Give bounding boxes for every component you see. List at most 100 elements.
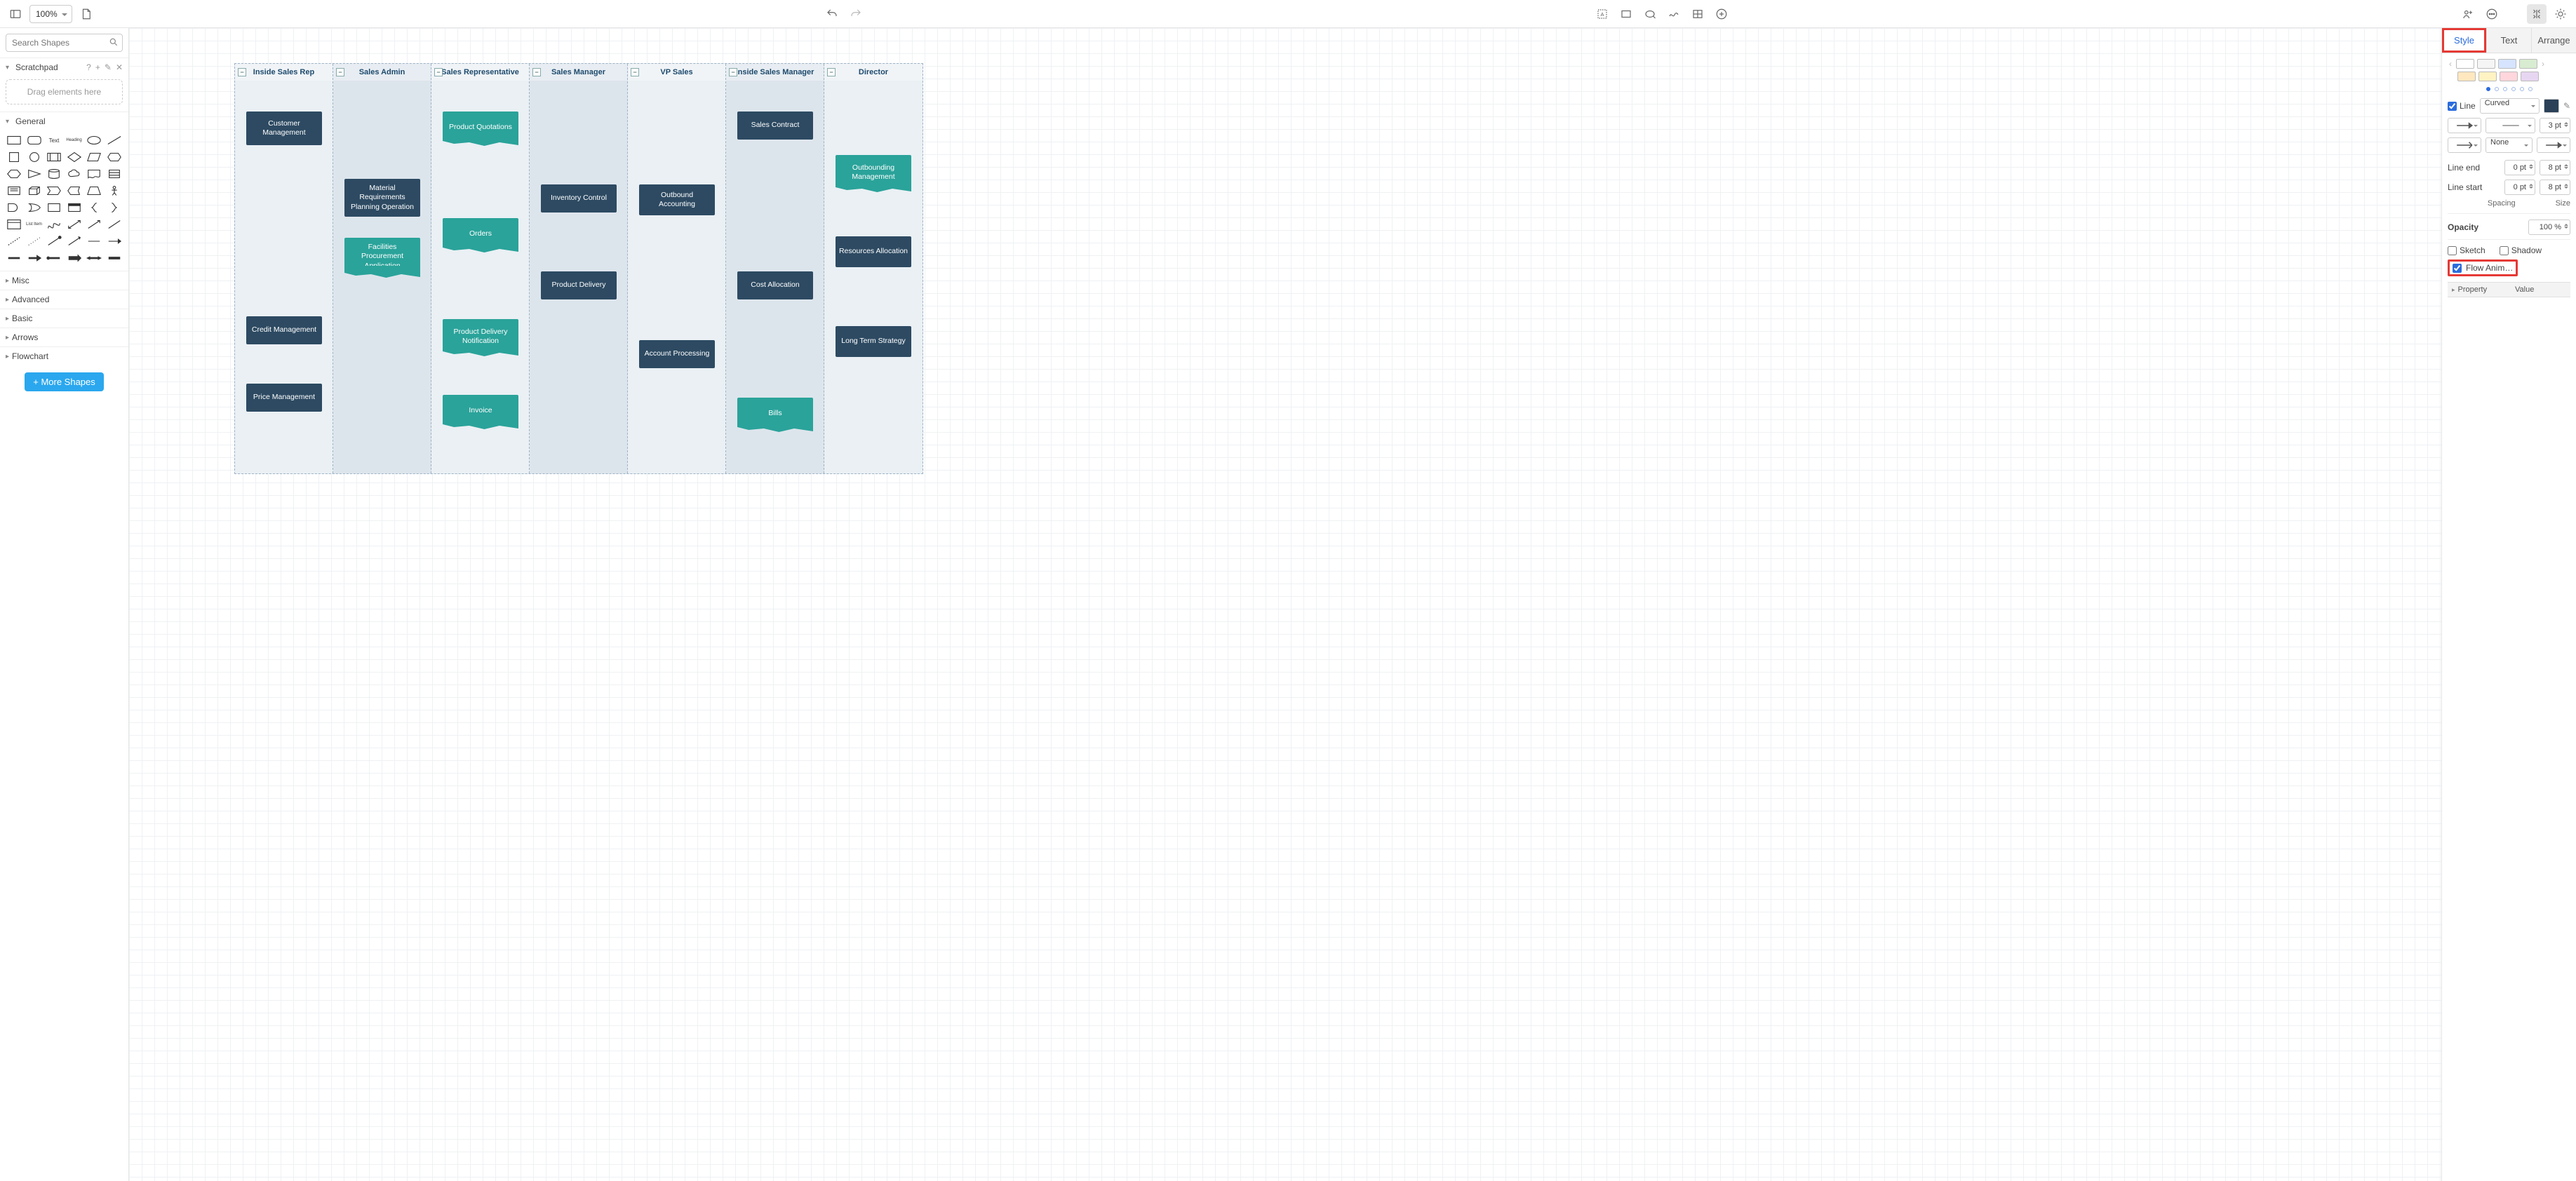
shape-container[interactable]: [46, 201, 62, 215]
swatch[interactable]: [2500, 72, 2518, 81]
shape-thick3[interactable]: [46, 251, 62, 265]
category-basic[interactable]: ▸Basic: [0, 309, 128, 328]
swatch-prev-icon[interactable]: ‹: [2448, 59, 2453, 69]
scratchpad-header[interactable]: ▾ Scratchpad ? + ✎ ✕: [0, 58, 128, 76]
property-table-header[interactable]: ▸Property Value: [2448, 282, 2570, 297]
category-advanced[interactable]: ▸Advanced: [0, 290, 128, 309]
line-end-b-input[interactable]: 8 pt: [2540, 160, 2570, 175]
shape-thick1[interactable]: [6, 251, 22, 265]
shape-rect[interactable]: [6, 133, 22, 147]
node-account-processing[interactable]: Account Processing: [639, 340, 715, 368]
node-long-term[interactable]: Long Term Strategy: [836, 326, 911, 357]
tab-text[interactable]: Text: [2487, 28, 2532, 53]
node-orders[interactable]: Orders: [443, 218, 518, 248]
shape-dashed[interactable]: [6, 234, 22, 248]
line-start-b-input[interactable]: 8 pt: [2540, 180, 2570, 195]
undo-button[interactable]: [822, 4, 842, 24]
shape-document[interactable]: [86, 167, 102, 181]
node-cost-alloc[interactable]: Cost Allocation: [737, 271, 813, 299]
shape-parallelogram[interactable]: [86, 150, 102, 164]
add-tool-button[interactable]: [1712, 4, 1731, 24]
node-credit-mgmt[interactable]: Credit Management: [246, 316, 322, 344]
lane-header[interactable]: −Sales Manager: [530, 64, 627, 81]
lane-header[interactable]: −Director: [824, 64, 923, 81]
lane-header[interactable]: −Inside Sales Rep: [235, 64, 333, 81]
shape-actor[interactable]: [106, 184, 123, 198]
swatch[interactable]: [2477, 59, 2495, 69]
scratchpad-add-icon[interactable]: +: [95, 62, 100, 72]
tab-arrange[interactable]: Arrange: [2532, 28, 2576, 53]
shape-bracket-r[interactable]: [106, 201, 123, 215]
shape-edge2[interactable]: [66, 234, 83, 248]
shape-cloud[interactable]: [66, 167, 83, 181]
node-price-mgmt[interactable]: Price Management: [246, 384, 322, 412]
swatch[interactable]: [2521, 72, 2539, 81]
toggle-sidebar-button[interactable]: [6, 4, 25, 24]
general-header[interactable]: ▾ General: [0, 112, 128, 130]
canvas[interactable]: −Inside Sales Rep Customer Management Cr…: [129, 28, 2441, 1181]
shape-process[interactable]: [46, 150, 62, 164]
lane-header[interactable]: −Sales Representative: [431, 64, 529, 81]
node-sales-contract[interactable]: Sales Contract: [737, 112, 813, 140]
shape-frame[interactable]: [66, 201, 83, 215]
scratchpad-dropzone[interactable]: Drag elements here: [6, 79, 123, 104]
opacity-input[interactable]: 100 %: [2528, 220, 2570, 235]
shape-storage[interactable]: [106, 167, 123, 181]
shape-square[interactable]: [6, 150, 22, 164]
shape-link[interactable]: [106, 217, 123, 231]
ellipse-tool-button[interactable]: [1640, 4, 1660, 24]
category-flowchart[interactable]: ▸Flowchart: [0, 346, 128, 365]
line-start-a-input[interactable]: 0 pt: [2504, 180, 2535, 195]
lane-header[interactable]: −Inside Sales Manager: [726, 64, 824, 81]
shape-cylinder[interactable]: [46, 167, 62, 181]
share-button[interactable]: [2458, 4, 2478, 24]
swatch[interactable]: [2457, 72, 2476, 81]
search-input[interactable]: [6, 34, 123, 52]
shape-listitem[interactable]: List Item: [26, 217, 43, 231]
redo-button[interactable]: [846, 4, 866, 24]
scratchpad-close-icon[interactable]: ✕: [116, 62, 123, 72]
more-menu-button[interactable]: [2482, 4, 2502, 24]
shape-trapezoid[interactable]: [6, 167, 22, 181]
shape-hexagon[interactable]: [106, 150, 123, 164]
line-color-swatch[interactable]: [2544, 99, 2559, 113]
format-panel-toggle[interactable]: [2527, 4, 2547, 24]
line-style-select[interactable]: Curved: [2480, 98, 2540, 114]
shape-circle[interactable]: [26, 150, 43, 164]
shape-thick6[interactable]: [106, 251, 123, 265]
node-outbound-acct[interactable]: Outbound Accounting: [639, 184, 715, 215]
line-end2-select[interactable]: [2537, 137, 2570, 153]
shape-callout[interactable]: [66, 184, 83, 198]
node-customer-mgmt[interactable]: Customer Management: [246, 112, 322, 145]
shape-arrow[interactable]: [86, 217, 102, 231]
lane-header[interactable]: −VP Sales: [628, 64, 725, 81]
shape-heading[interactable]: Heading: [66, 133, 83, 147]
line-end-marker-select[interactable]: [2448, 137, 2481, 153]
line-weight-input[interactable]: 3 pt: [2540, 118, 2570, 133]
shape-edge4[interactable]: [106, 234, 123, 248]
shape-dotted[interactable]: [26, 234, 43, 248]
shape-edge3[interactable]: [86, 234, 102, 248]
shape-ellipse[interactable]: [86, 133, 102, 147]
table-tool-button[interactable]: [1688, 4, 1708, 24]
shape-note[interactable]: [6, 184, 22, 198]
node-resources-alloc[interactable]: Resources Allocation: [836, 236, 911, 267]
category-arrows[interactable]: ▸Arrows: [0, 328, 128, 346]
shape-thick4[interactable]: [66, 251, 83, 265]
shape-list[interactable]: [6, 217, 22, 231]
node-pd-notif[interactable]: Product Delivery Notification: [443, 319, 518, 351]
shape-text[interactable]: Text: [46, 133, 62, 147]
node-product-quotations[interactable]: Product Quotations: [443, 112, 518, 141]
shape-roundrect[interactable]: [26, 133, 43, 147]
shape-line[interactable]: [106, 133, 123, 147]
line-checkbox[interactable]: Line: [2448, 101, 2476, 111]
node-outbound-mgmt[interactable]: Outbounding Management: [836, 155, 911, 187]
theme-toggle-button[interactable]: [2551, 4, 2570, 24]
shape-thick5[interactable]: [86, 251, 102, 265]
node-inventory[interactable]: Inventory Control: [541, 184, 617, 212]
tab-style[interactable]: Style: [2442, 28, 2487, 53]
shape-thick2[interactable]: [26, 251, 43, 265]
swatch-next-icon[interactable]: ›: [2540, 59, 2546, 69]
scratchpad-edit-icon[interactable]: ✎: [105, 62, 112, 72]
new-page-button[interactable]: [76, 4, 96, 24]
